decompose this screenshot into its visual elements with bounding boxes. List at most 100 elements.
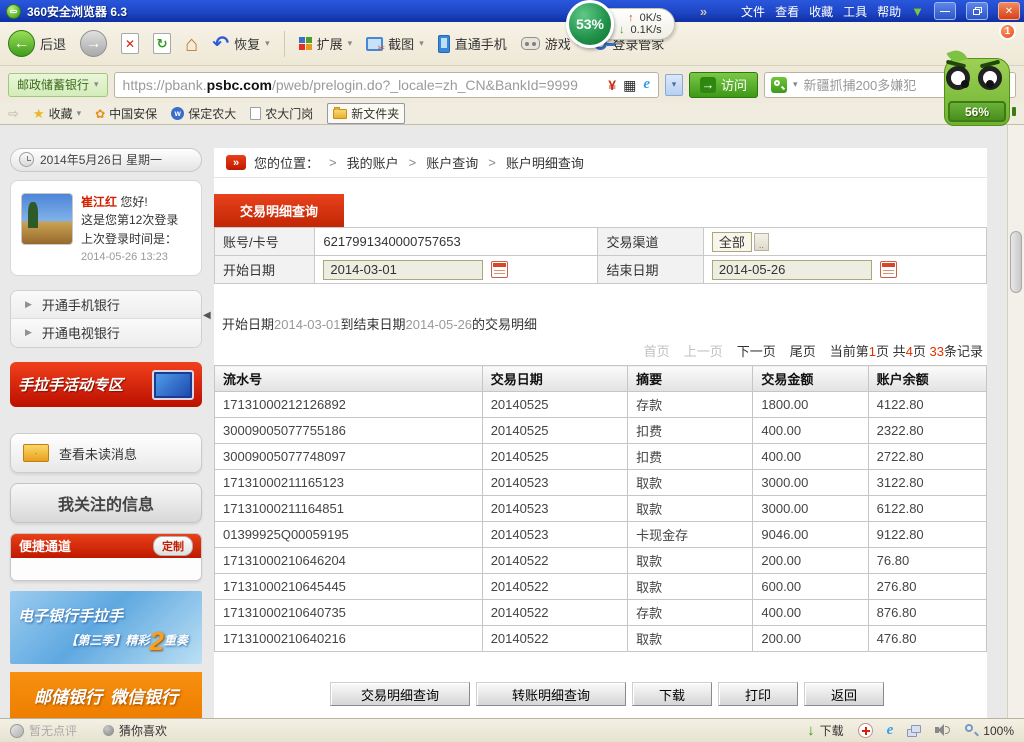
channel-select[interactable]: 全部 .. bbox=[712, 232, 769, 252]
mascot-eye bbox=[978, 66, 1002, 90]
direct-phone-button[interactable]: 直通手机 bbox=[438, 34, 507, 53]
print-button[interactable]: 打印 bbox=[718, 682, 798, 706]
zoom-control[interactable]: 100% bbox=[965, 724, 1014, 738]
focused-info-button[interactable]: 我关注的信息 bbox=[10, 483, 202, 523]
download-manager-button[interactable]: ↓ 下载 bbox=[807, 722, 844, 739]
ie-compat-icon[interactable]: e bbox=[643, 76, 650, 93]
skin-tshirt-icon[interactable]: ▼ bbox=[911, 4, 924, 19]
screenshot-button[interactable]: ✂ 截图 ▾ bbox=[366, 34, 424, 53]
stop-button[interactable]: ✕ bbox=[121, 33, 139, 54]
bookmarks-chevron-icon[interactable]: ⇨ bbox=[8, 106, 19, 122]
windows-layout-icon[interactable] bbox=[907, 725, 921, 737]
next-page-link[interactable]: 下一页 bbox=[737, 341, 776, 360]
sidebar-item-mobile-banking[interactable]: ▶ 开通手机银行 bbox=[11, 291, 201, 319]
menu-view[interactable]: 查看 bbox=[775, 3, 799, 20]
channel-dropdown-button[interactable]: .. bbox=[754, 233, 769, 251]
guess-you-like[interactable]: 猜你喜欢 bbox=[103, 722, 167, 739]
restore-session-button[interactable]: ↶ 恢复 ▾ bbox=[212, 34, 269, 54]
forward-button[interactable]: → bbox=[80, 30, 107, 57]
user-name: 崔江红 bbox=[81, 195, 117, 209]
mascot-widget[interactable]: 56% bbox=[934, 54, 1022, 128]
table-row: 3000900507775518620140525扣费400.002322.80 bbox=[215, 418, 987, 444]
customize-button[interactable]: 定制 bbox=[153, 536, 193, 556]
url-dropdown-button[interactable]: ▾ bbox=[665, 74, 683, 96]
sidebar-item-tv-banking[interactable]: ▶ 开通电视银行 bbox=[11, 319, 201, 347]
last-page-link[interactable]: 尾页 bbox=[790, 341, 816, 360]
speaker-icon[interactable] bbox=[935, 724, 951, 737]
menu-favorites[interactable]: 收藏 bbox=[809, 3, 833, 20]
channel-value: 全部 bbox=[712, 232, 752, 252]
table-cell: 20140523 bbox=[482, 496, 627, 522]
menu-help[interactable]: 帮助 bbox=[877, 3, 901, 20]
notification-badge[interactable]: 1 bbox=[999, 23, 1016, 40]
table-cell: 200.00 bbox=[753, 626, 868, 652]
table-cell: 3000.00 bbox=[753, 470, 868, 496]
extensions-button[interactable]: 扩展 ▾ bbox=[299, 34, 353, 53]
date-text: 2014年5月26日 星期一 bbox=[40, 151, 162, 168]
ie-mode-icon[interactable]: e bbox=[887, 722, 894, 739]
favorites-button[interactable]: ★ 收藏 ▾ bbox=[33, 105, 81, 122]
restore-button[interactable] bbox=[966, 2, 988, 20]
start-date-input[interactable]: 2014-03-01 bbox=[323, 260, 483, 280]
visit-button[interactable]: → 访问 bbox=[689, 72, 758, 98]
calendar-icon[interactable] bbox=[491, 261, 508, 278]
user-account-icon[interactable] bbox=[717, 4, 731, 18]
acceleration-badge[interactable]: 53% bbox=[566, 0, 614, 48]
return-button[interactable]: 返回 bbox=[804, 682, 884, 706]
bookmark-folder-item[interactable]: 新文件夹 bbox=[327, 103, 405, 124]
back-icon: ← bbox=[8, 30, 35, 57]
site-review-status[interactable]: 暂无点评 bbox=[10, 722, 77, 739]
qr-code-icon[interactable]: ▦ bbox=[623, 78, 636, 92]
download-button[interactable]: 下载 bbox=[632, 682, 712, 706]
close-button[interactable]: ✕ bbox=[998, 2, 1020, 20]
repair-icon[interactable] bbox=[858, 723, 873, 738]
extensions-label: 扩展 bbox=[317, 34, 343, 53]
ebank-campaign-banner[interactable]: 电子银行手拉手 【第三季】精彩2重奏 bbox=[10, 591, 202, 665]
end-date-input[interactable]: 2014-05-26 bbox=[712, 260, 872, 280]
table-cell: 200.00 bbox=[753, 548, 868, 574]
sidebar-collapse-icon[interactable]: ◀ bbox=[203, 310, 211, 321]
url-input[interactable]: https://pbank.psbc.com/pweb/prelogin.do?… bbox=[114, 72, 659, 98]
transfer-detail-query-button[interactable]: 转账明细查询 bbox=[476, 682, 626, 706]
date-display: 2014年5月26日 星期一 bbox=[10, 148, 202, 172]
menu-file[interactable]: 文件 bbox=[741, 3, 765, 20]
site-identity-button[interactable]: 邮政储蓄银行 ▾ bbox=[8, 73, 108, 97]
table-cell: 3000.00 bbox=[753, 496, 868, 522]
search-icon[interactable] bbox=[771, 77, 787, 93]
menu-tools[interactable]: 工具 bbox=[843, 3, 867, 20]
calendar-icon[interactable] bbox=[880, 261, 897, 278]
scrollbar-track[interactable] bbox=[1007, 125, 1024, 718]
quick-channel-panel: 便捷通道 定制 bbox=[10, 533, 202, 581]
table-cell: 存款 bbox=[628, 600, 753, 626]
tab-transaction-detail[interactable]: 交易明细查询 bbox=[214, 194, 344, 227]
table-cell: 6122.80 bbox=[868, 496, 986, 522]
table-cell: 9122.80 bbox=[868, 522, 986, 548]
home-button[interactable]: ⌂ bbox=[185, 33, 198, 55]
bookmark-item[interactable]: w 保定农大 bbox=[171, 105, 236, 122]
table-cell: 3122.80 bbox=[868, 470, 986, 496]
activity-banner[interactable]: 手拉手活动专区 bbox=[10, 362, 202, 408]
table-row: 01399925Q0005919520140523卡现金存9046.009122… bbox=[215, 522, 987, 548]
breadcrumb-item-account-query[interactable]: 账户查询 bbox=[426, 153, 478, 172]
table-cell: 476.80 bbox=[868, 626, 986, 652]
overflow-chevron-icon[interactable]: » bbox=[700, 4, 707, 19]
breadcrumb-item-my-account[interactable]: 我的账户 bbox=[347, 153, 399, 172]
refresh-button[interactable]: ↻ bbox=[153, 33, 171, 54]
transaction-detail-query-button[interactable]: 交易明细查询 bbox=[330, 682, 470, 706]
bookmark-item[interactable]: 农大门岗 bbox=[250, 105, 313, 122]
network-speed-widget[interactable]: 53% ↑0K/s ↓0.1K/s bbox=[566, 0, 675, 48]
back-button[interactable]: ← 后退 bbox=[8, 30, 66, 57]
wechat-bank-banner[interactable]: 邮储银行 微信银行 bbox=[10, 672, 202, 718]
breadcrumb-item-detail-query: 账户明细查询 bbox=[506, 153, 584, 172]
unread-messages-button[interactable]: 查看未读消息 bbox=[10, 433, 202, 473]
folder-icon bbox=[333, 109, 347, 119]
scrollbar-thumb[interactable] bbox=[1010, 231, 1022, 293]
table-cell: 17131000210645445 bbox=[215, 574, 483, 600]
bank-security-icon[interactable]: ¥ bbox=[608, 77, 616, 93]
bookmark-item[interactable]: ✿ 中国安保 bbox=[95, 105, 157, 122]
minimize-button[interactable]: — bbox=[934, 2, 956, 20]
download-arrow-icon: ↓ bbox=[619, 24, 625, 36]
table-cell: 取款 bbox=[628, 496, 753, 522]
table-cell: 400.00 bbox=[753, 600, 868, 626]
table-cell: 取款 bbox=[628, 470, 753, 496]
